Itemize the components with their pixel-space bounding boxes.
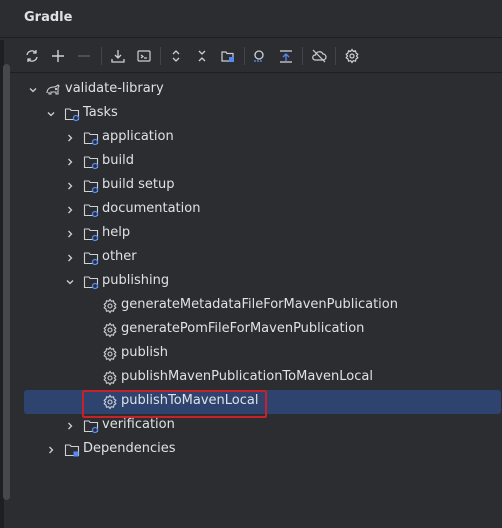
toolbar-separator [160,47,161,65]
tree-node-documentation[interactable]: documentation [0,198,502,222]
tree-label: verification [102,417,175,432]
tree-label: build setup [102,177,175,192]
toolbar-separator [302,47,303,65]
tree-label: publish [121,345,168,360]
panel-header: Gradle [0,0,502,38]
task-folder-icon [83,154,99,170]
tree-node-help[interactable]: help [0,222,502,246]
task-folder-icon [83,130,99,146]
tree-task-generate-pom[interactable]: generatePomFileForMavenPublication [0,318,502,342]
analyze-dependencies-icon[interactable] [248,44,272,68]
tree-node-build[interactable]: build [0,150,502,174]
plus-icon[interactable] [46,44,70,68]
refresh-icon[interactable] [20,44,44,68]
task-folder-icon [83,178,99,194]
tree-node-application[interactable]: application [0,126,502,150]
chevron-right-icon[interactable] [62,250,78,266]
chevron-right-icon[interactable] [62,130,78,146]
tree-task-generate-metadata[interactable]: generateMetadataFileForMavenPublication [0,294,502,318]
gear-icon [102,298,118,314]
tree-node-root[interactable]: validate-library [0,78,502,102]
settings-icon[interactable] [340,44,364,68]
chevron-right-icon[interactable] [62,226,78,242]
tree-label: build [102,153,134,168]
tree-label: publishing [102,273,170,288]
toolbar-separator [244,47,245,65]
chevron-right-icon[interactable] [62,154,78,170]
tree-label: Tasks [83,105,118,120]
minus-icon[interactable] [72,44,96,68]
chevron-down-icon[interactable] [43,106,59,122]
task-folder-icon [64,106,80,122]
tree-label: Dependencies [83,441,176,456]
gradle-toolbar [0,39,502,73]
annotation-highlight-box [82,390,267,418]
download-icon[interactable] [106,44,130,68]
chevron-right-icon[interactable] [62,178,78,194]
tree-task-publish[interactable]: publish [0,342,502,366]
panel-title: Gradle [24,10,73,25]
task-folder-icon [83,226,99,242]
gear-icon [102,322,118,338]
tree-label: generateMetadataFileForMavenPublication [121,297,398,312]
tree-label: generatePomFileForMavenPublication [121,321,365,336]
chevron-down-icon[interactable] [62,274,78,290]
chevron-right-icon[interactable] [62,418,78,434]
chevron-right-icon[interactable] [62,202,78,218]
link-project-icon[interactable] [216,44,240,68]
tree-node-other[interactable]: other [0,246,502,270]
tree-task-publish-maven-publication[interactable]: publishMavenPublicationToMavenLocal [0,366,502,390]
task-folder-icon [83,274,99,290]
toolbar-separator [101,47,102,65]
tree-label: validate-library [65,81,164,96]
task-folder-icon [83,250,99,266]
tree-label: publishMavenPublicationToMavenLocal [121,369,373,384]
gear-icon [102,346,118,362]
tree-node-dependencies[interactable]: Dependencies [0,438,502,462]
tree-node-tasks[interactable]: Tasks [0,102,502,126]
tree-label: help [102,225,131,240]
show-source-icon[interactable] [274,44,298,68]
chevron-right-icon[interactable] [43,442,59,458]
tree-label: documentation [102,201,201,216]
tree-label: other [102,249,137,264]
tree-node-build-setup[interactable]: build setup [0,174,502,198]
expand-all-icon[interactable] [164,44,188,68]
task-folder-icon [83,202,99,218]
task-folder-icon [83,418,99,434]
gradle-elephant-icon [45,82,61,98]
tree-label: application [102,129,174,144]
gear-icon [102,370,118,386]
chevron-down-icon[interactable] [25,82,41,98]
toolbar-separator [335,47,336,65]
offline-mode-icon[interactable] [307,44,331,68]
run-task-icon[interactable] [132,44,156,68]
tree-node-publishing[interactable]: publishing [0,270,502,294]
collapse-all-icon[interactable] [190,44,214,68]
dependencies-folder-icon [64,442,80,458]
